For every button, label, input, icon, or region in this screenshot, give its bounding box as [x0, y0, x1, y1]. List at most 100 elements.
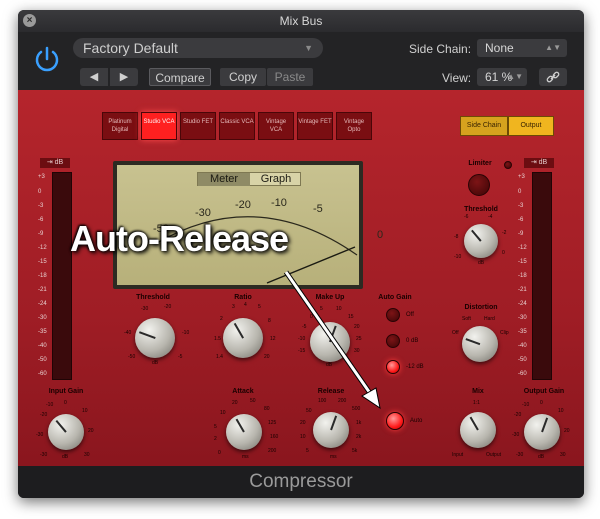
auto-gain-off-led[interactable]: [386, 308, 400, 322]
ratio-tick: 4: [244, 302, 247, 308]
vu-left-tick: -35: [38, 329, 47, 335]
output-gain-tick: -20: [514, 412, 522, 418]
threshold-tick: -40: [124, 330, 132, 336]
input-gain-tick: 30: [84, 452, 90, 458]
input-gain-knob[interactable]: [48, 414, 84, 450]
model-platinum-digital-button[interactable]: Platinum Digital: [102, 112, 138, 140]
vu-right-tick: -40: [518, 343, 527, 349]
limiter-threshold-tick: -6: [464, 214, 469, 220]
limiter-threshold-label: Threshold: [464, 206, 498, 213]
input-level-meter: [52, 172, 72, 380]
make-up-tick: 30: [354, 348, 360, 354]
close-button[interactable]: ×: [23, 14, 36, 27]
release-tick: 500: [352, 406, 361, 412]
attack-tick: 200: [268, 448, 277, 454]
chevron-down-icon: ▼: [304, 43, 313, 53]
model-vintage-vca-button[interactable]: Vintage VCA: [258, 112, 294, 140]
threshold-tick: -30: [141, 306, 149, 312]
vu-left-tick: +3: [38, 174, 45, 180]
paste-button[interactable]: Paste: [267, 68, 313, 86]
mix-knob[interactable]: [460, 412, 496, 448]
release-unit: ms: [330, 454, 337, 460]
vu-left-tick: -15: [38, 259, 47, 265]
vu-right-tick: -24: [518, 301, 527, 307]
auto-gain-minus12db-led[interactable]: [386, 360, 400, 374]
model-vintage-opto-button[interactable]: Vintage Opto: [336, 112, 372, 140]
auto-gain-minus12db-label: -12 dB: [406, 364, 424, 370]
model-studio-fet-button[interactable]: Studio FET: [180, 112, 216, 140]
compare-button[interactable]: Compare: [149, 68, 211, 86]
compressor-panel: Platinum Digital Studio VCA Studio FET C…: [18, 90, 584, 466]
output-gain-tick: -30: [512, 432, 520, 438]
release-knob[interactable]: [313, 412, 349, 448]
previous-preset-button[interactable]: ◀: [80, 68, 108, 86]
output-gain-knob[interactable]: [524, 414, 560, 450]
updown-icon: ▲▼: [545, 43, 561, 52]
view-label: View:: [442, 71, 472, 85]
threshold-knob[interactable]: [135, 318, 175, 358]
attack-tick: 0: [218, 450, 221, 456]
vu-right-tick: -35: [518, 329, 527, 335]
threshold-tick: -10: [182, 330, 190, 336]
attack-tick: 20: [232, 400, 238, 406]
attack-label: Attack: [232, 388, 254, 395]
vu-right-tick: 0: [518, 189, 522, 195]
limiter-threshold-tick: -10: [454, 254, 462, 260]
ratio-tick: 12: [270, 336, 276, 342]
view-zoom-select[interactable]: 61 % ▲▼: [477, 68, 527, 86]
link-icon: [546, 71, 560, 83]
distortion-tick: Clip: [500, 330, 509, 336]
plugin-name-footer: Compressor: [18, 466, 584, 498]
ratio-tick: 1.5: [214, 336, 221, 342]
distortion-tick: Off: [452, 330, 459, 336]
preset-menu[interactable]: Factory Default ▼: [73, 38, 323, 58]
attack-tick: 125: [268, 420, 277, 426]
output-gain-tick: 10: [558, 408, 564, 414]
vu-left-tick: -3: [38, 203, 44, 209]
power-icon[interactable]: [32, 44, 62, 74]
release-tick: 100: [318, 398, 327, 404]
limiter-threshold-knob[interactable]: [464, 224, 498, 258]
next-preset-button[interactable]: ▶: [110, 68, 138, 86]
ratio-tick: 5: [258, 304, 261, 310]
meter-scale-label: 0: [377, 229, 384, 241]
ratio-knob[interactable]: [223, 318, 263, 358]
auto-release-led[interactable]: [386, 412, 404, 430]
attack-knob[interactable]: [226, 414, 262, 450]
auto-gain-off-label: Off: [406, 312, 414, 318]
model-classic-vca-button[interactable]: Classic VCA: [219, 112, 255, 140]
ratio-tick: 3: [232, 304, 235, 310]
model-studio-vca-button[interactable]: Studio VCA: [141, 112, 177, 140]
ratio-tick: 1.4: [216, 354, 223, 360]
release-tick: 200: [338, 398, 347, 404]
make-up-tick: -10: [298, 336, 306, 342]
vu-right-tick: -12: [518, 245, 527, 251]
auto-release-label: Auto: [410, 418, 423, 424]
output-gain-label: Output Gain: [523, 388, 565, 395]
mix-label: Mix: [472, 388, 484, 395]
vu-right-label: ⇥ dB: [524, 158, 554, 168]
threshold-tick: -20: [164, 304, 172, 310]
link-button[interactable]: [539, 68, 567, 86]
side-chain-view-button[interactable]: Side Chain: [460, 116, 508, 136]
vu-right-tick: -30: [518, 315, 527, 321]
model-vintage-fet-button[interactable]: Vintage FET: [297, 112, 333, 140]
copy-button[interactable]: Copy: [220, 68, 266, 86]
vu-right-tick: -9: [518, 231, 524, 237]
window-title: Mix Bus: [279, 14, 323, 28]
release-tick: 20: [300, 420, 306, 426]
side-chain-select[interactable]: None ▲▼: [477, 39, 567, 57]
limiter-button[interactable]: [468, 174, 490, 196]
make-up-knob[interactable]: [310, 322, 350, 362]
make-up-tick: 25: [356, 336, 362, 342]
release-tick: 2k: [356, 434, 362, 440]
output-view-button[interactable]: Output: [508, 116, 554, 136]
vu-right-tick: -50: [518, 357, 527, 363]
input-gain-tick: 0: [64, 400, 67, 406]
ratio-tick: 20: [264, 354, 270, 360]
release-tick: 10: [300, 434, 306, 440]
vu-left-tick: -30: [38, 315, 47, 321]
vu-right-tick: -6: [518, 217, 524, 223]
auto-gain-0db-led[interactable]: [386, 334, 400, 348]
distortion-knob[interactable]: [462, 326, 498, 362]
